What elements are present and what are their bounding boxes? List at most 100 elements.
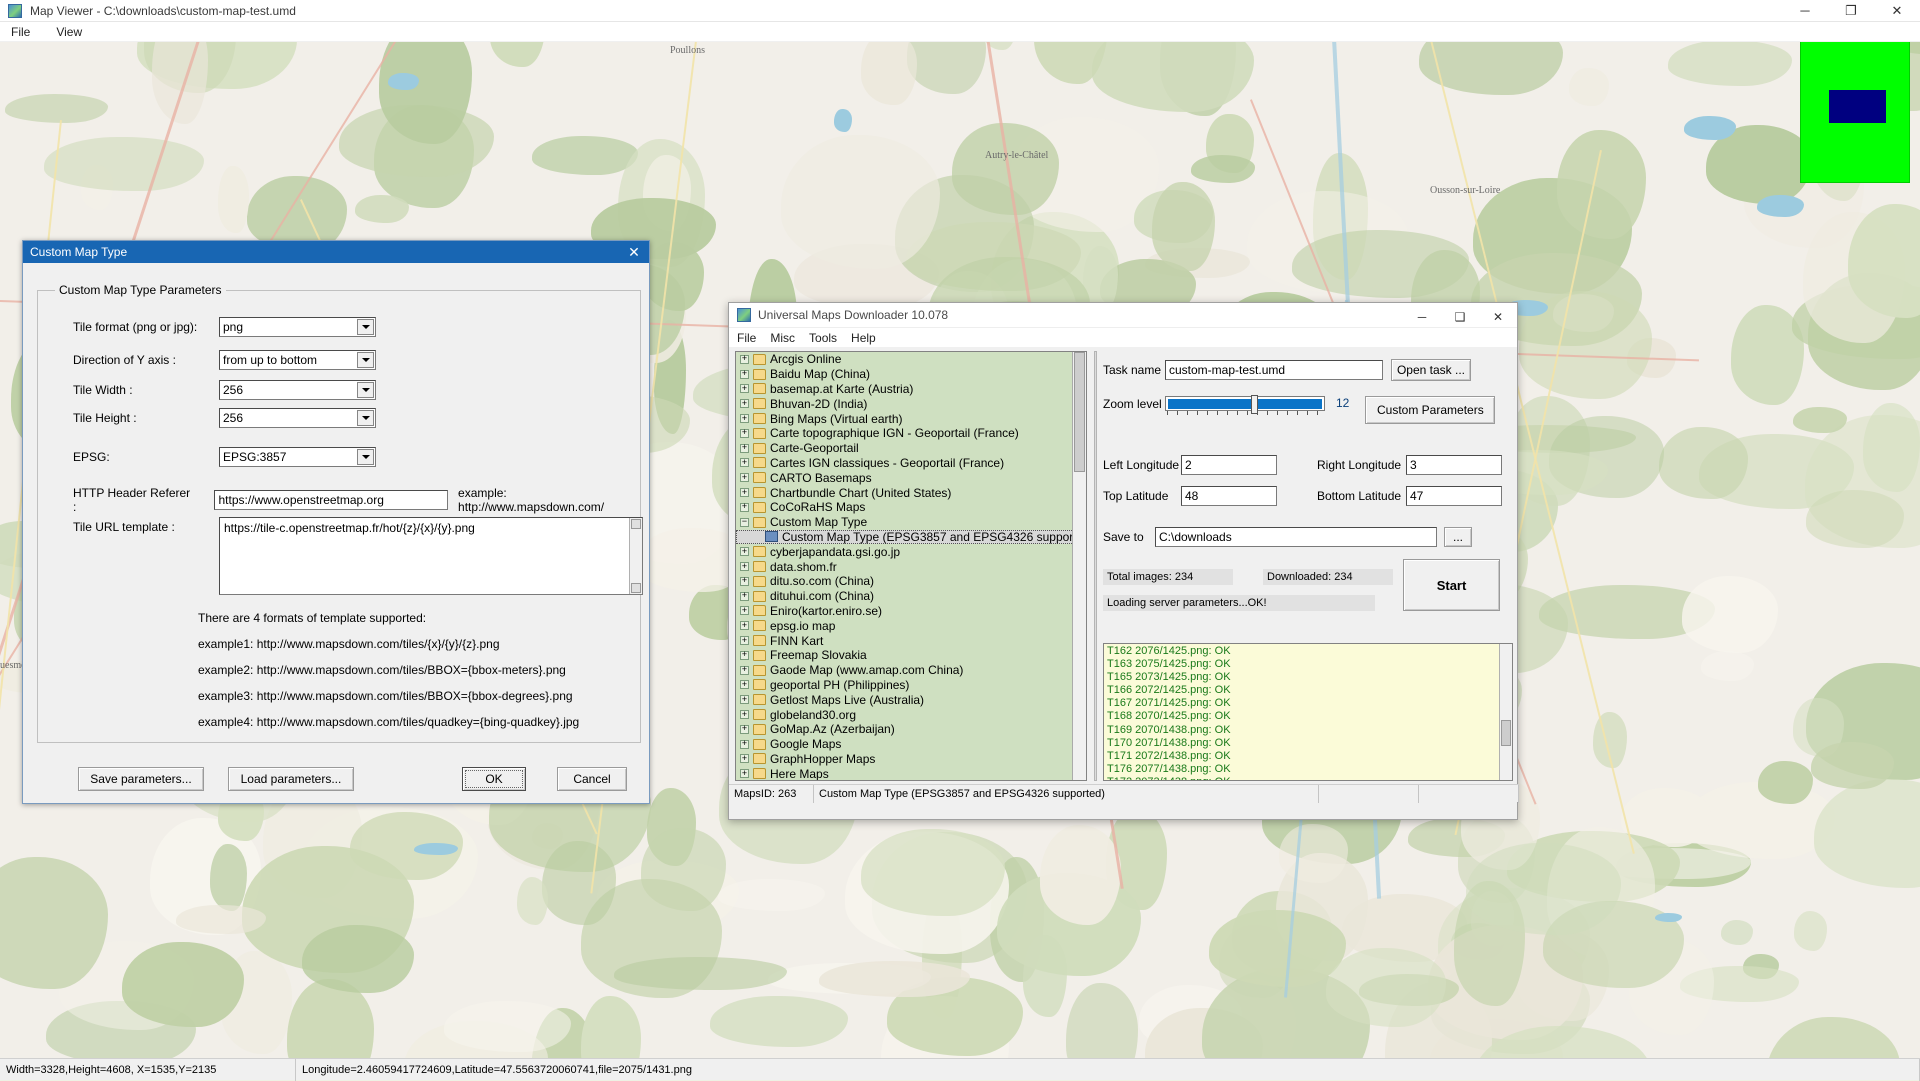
expand-icon[interactable]: + (740, 384, 749, 393)
tree-folder-item[interactable]: +basemap.at Karte (Austria) (736, 382, 1086, 397)
close-icon[interactable]: ✕ (619, 244, 649, 261)
minimize-button[interactable]: ─ (1782, 0, 1828, 22)
tree-folder-item[interactable]: −Custom Map Type (736, 515, 1086, 530)
expand-icon[interactable]: + (740, 666, 749, 675)
tree-folder-item[interactable]: +Google Maps (736, 737, 1086, 752)
chevron-down-icon[interactable] (357, 319, 374, 335)
tree-folder-item[interactable]: +Carte-Geoportail (736, 441, 1086, 456)
expand-icon[interactable]: + (740, 680, 749, 689)
tree-folder-item[interactable]: +globeland30.org (736, 707, 1086, 722)
tree-folder-item[interactable]: +Bing Maps (Virtual earth) (736, 411, 1086, 426)
tree-folder-item[interactable]: +Arcgis Online (736, 352, 1086, 367)
scroll-down-icon[interactable] (631, 583, 641, 593)
save-to-input[interactable]: C:\downloads (1155, 527, 1437, 547)
start-button[interactable]: Start (1403, 559, 1500, 611)
umd-minimize-button[interactable]: ─ (1403, 304, 1441, 329)
tree-folder-item[interactable]: +Here Maps (736, 766, 1086, 781)
top-latitude-input[interactable]: 48 (1181, 486, 1277, 506)
expand-icon[interactable]: + (740, 710, 749, 719)
tree-folder-item[interactable]: +cyberjapandata.gsi.go.jp (736, 544, 1086, 559)
expand-icon[interactable]: + (740, 695, 749, 704)
tree-folder-item[interactable]: +GraphHopper Maps (736, 752, 1086, 767)
expand-icon[interactable]: + (740, 488, 749, 497)
browse-folder-button[interactable]: ... (1444, 527, 1472, 547)
expand-icon[interactable]: + (740, 725, 749, 734)
tree-scroll-thumb[interactable] (1074, 352, 1085, 472)
umd-menu-file[interactable]: File (737, 331, 756, 345)
umd-menu-tools[interactable]: Tools (809, 331, 837, 345)
tree-folder-item[interactable]: +FINN Kart (736, 633, 1086, 648)
overview-thumbnail[interactable] (1800, 33, 1910, 183)
tree-folder-item[interactable]: +Carte topographique IGN - Geoportail (F… (736, 426, 1086, 441)
tree-folder-item[interactable]: +Chartbundle Chart (United States) (736, 485, 1086, 500)
tree-folder-item[interactable]: +Getlost Maps Live (Australia) (736, 692, 1086, 707)
epsg-combo[interactable]: EPSG:3857 (219, 447, 376, 467)
left-longitude-input[interactable]: 2 (1181, 455, 1277, 475)
tile-height-combo[interactable]: 256 (219, 408, 376, 428)
tree-folder-item[interactable]: +epsg.io map (736, 618, 1086, 633)
expand-icon[interactable]: + (740, 399, 749, 408)
tile-width-combo[interactable]: 256 (219, 380, 376, 400)
tree-child-item[interactable]: Custom Map Type (EPSG3857 and EPSG4326 s… (736, 530, 1086, 545)
expand-icon[interactable]: + (740, 636, 749, 645)
collapse-icon[interactable]: − (740, 518, 749, 527)
close-button[interactable]: ✕ (1874, 0, 1920, 22)
panel-splitter[interactable] (1092, 351, 1100, 781)
log-scroll-thumb[interactable] (1501, 720, 1511, 746)
expand-icon[interactable]: + (740, 769, 749, 778)
log-scrollbar[interactable] (1499, 644, 1512, 780)
tile-url-textarea[interactable]: https://tile-c.openstreetmap.fr/hot/{z}/… (219, 517, 643, 595)
tree-folder-item[interactable]: +dituhui.com (China) (736, 589, 1086, 604)
umd-menu-help[interactable]: Help (851, 331, 876, 345)
save-parameters-button[interactable]: Save parameters... (78, 767, 204, 791)
expand-icon[interactable]: + (740, 577, 749, 586)
expand-icon[interactable]: + (740, 592, 749, 601)
tree-folder-item[interactable]: +Eniro(kartor.eniro.se) (736, 604, 1086, 619)
scroll-up-icon[interactable] (631, 519, 641, 529)
y-direction-combo[interactable]: from up to bottom (219, 350, 376, 370)
chevron-down-icon[interactable] (357, 382, 374, 398)
map-provider-tree[interactable]: +Arcgis Online+Baidu Map (China)+basemap… (735, 351, 1087, 781)
open-task-button[interactable]: Open task ... (1391, 359, 1471, 381)
tile-format-combo[interactable]: png (219, 317, 376, 337)
tree-folder-item[interactable]: +Gaode Map (www.amap.com China) (736, 663, 1086, 678)
expand-icon[interactable]: + (740, 503, 749, 512)
tree-folder-item[interactable]: +CoCoRaHS Maps (736, 500, 1086, 515)
chevron-down-icon[interactable] (357, 410, 374, 426)
chevron-down-icon[interactable] (357, 352, 374, 368)
umd-menu-misc[interactable]: Misc (770, 331, 795, 345)
tree-folder-item[interactable]: +Bhuvan-2D (India) (736, 396, 1086, 411)
expand-icon[interactable]: + (740, 621, 749, 630)
tree-folder-item[interactable]: +GoMap.Az (Azerbaijan) (736, 722, 1086, 737)
download-log[interactable]: T162 2076/1425.png: OKT163 2075/1425.png… (1103, 643, 1513, 781)
right-longitude-input[interactable]: 3 (1406, 455, 1502, 475)
expand-icon[interactable]: + (740, 606, 749, 615)
umd-maximize-button[interactable]: ❑ (1441, 304, 1479, 329)
umd-close-button[interactable]: ✕ (1479, 304, 1517, 329)
expand-icon[interactable]: + (740, 458, 749, 467)
expand-icon[interactable]: + (740, 651, 749, 660)
tree-folder-item[interactable]: +data.shom.fr (736, 559, 1086, 574)
tree-folder-item[interactable]: +geoportal PH (Philippines) (736, 678, 1086, 693)
expand-icon[interactable]: + (740, 414, 749, 423)
expand-icon[interactable]: + (740, 754, 749, 763)
tree-folder-item[interactable]: +Cartes IGN classiques - Geoportail (Fra… (736, 456, 1086, 471)
expand-icon[interactable]: + (740, 444, 749, 453)
expand-icon[interactable]: + (740, 740, 749, 749)
tile-url-scrollbar[interactable] (629, 518, 642, 594)
chevron-down-icon[interactable] (357, 449, 374, 465)
cancel-button[interactable]: Cancel (557, 767, 627, 791)
expand-icon[interactable]: + (740, 562, 749, 571)
expand-icon[interactable]: + (740, 355, 749, 364)
ok-button[interactable]: OK (462, 767, 526, 791)
task-name-input[interactable]: custom-map-test.umd (1165, 360, 1383, 380)
expand-icon[interactable]: + (740, 473, 749, 482)
maximize-button[interactable]: ❐ (1828, 0, 1874, 22)
referer-input[interactable]: https://www.openstreetmap.org (214, 490, 448, 510)
tree-folder-item[interactable]: +Freemap Slovakia (736, 648, 1086, 663)
tree-scrollbar[interactable] (1072, 352, 1086, 780)
menu-item-file[interactable]: File (6, 24, 35, 40)
tree-folder-item[interactable]: +CARTO Basemaps (736, 470, 1086, 485)
custom-parameters-button[interactable]: Custom Parameters (1365, 396, 1495, 424)
bottom-latitude-input[interactable]: 47 (1406, 486, 1502, 506)
